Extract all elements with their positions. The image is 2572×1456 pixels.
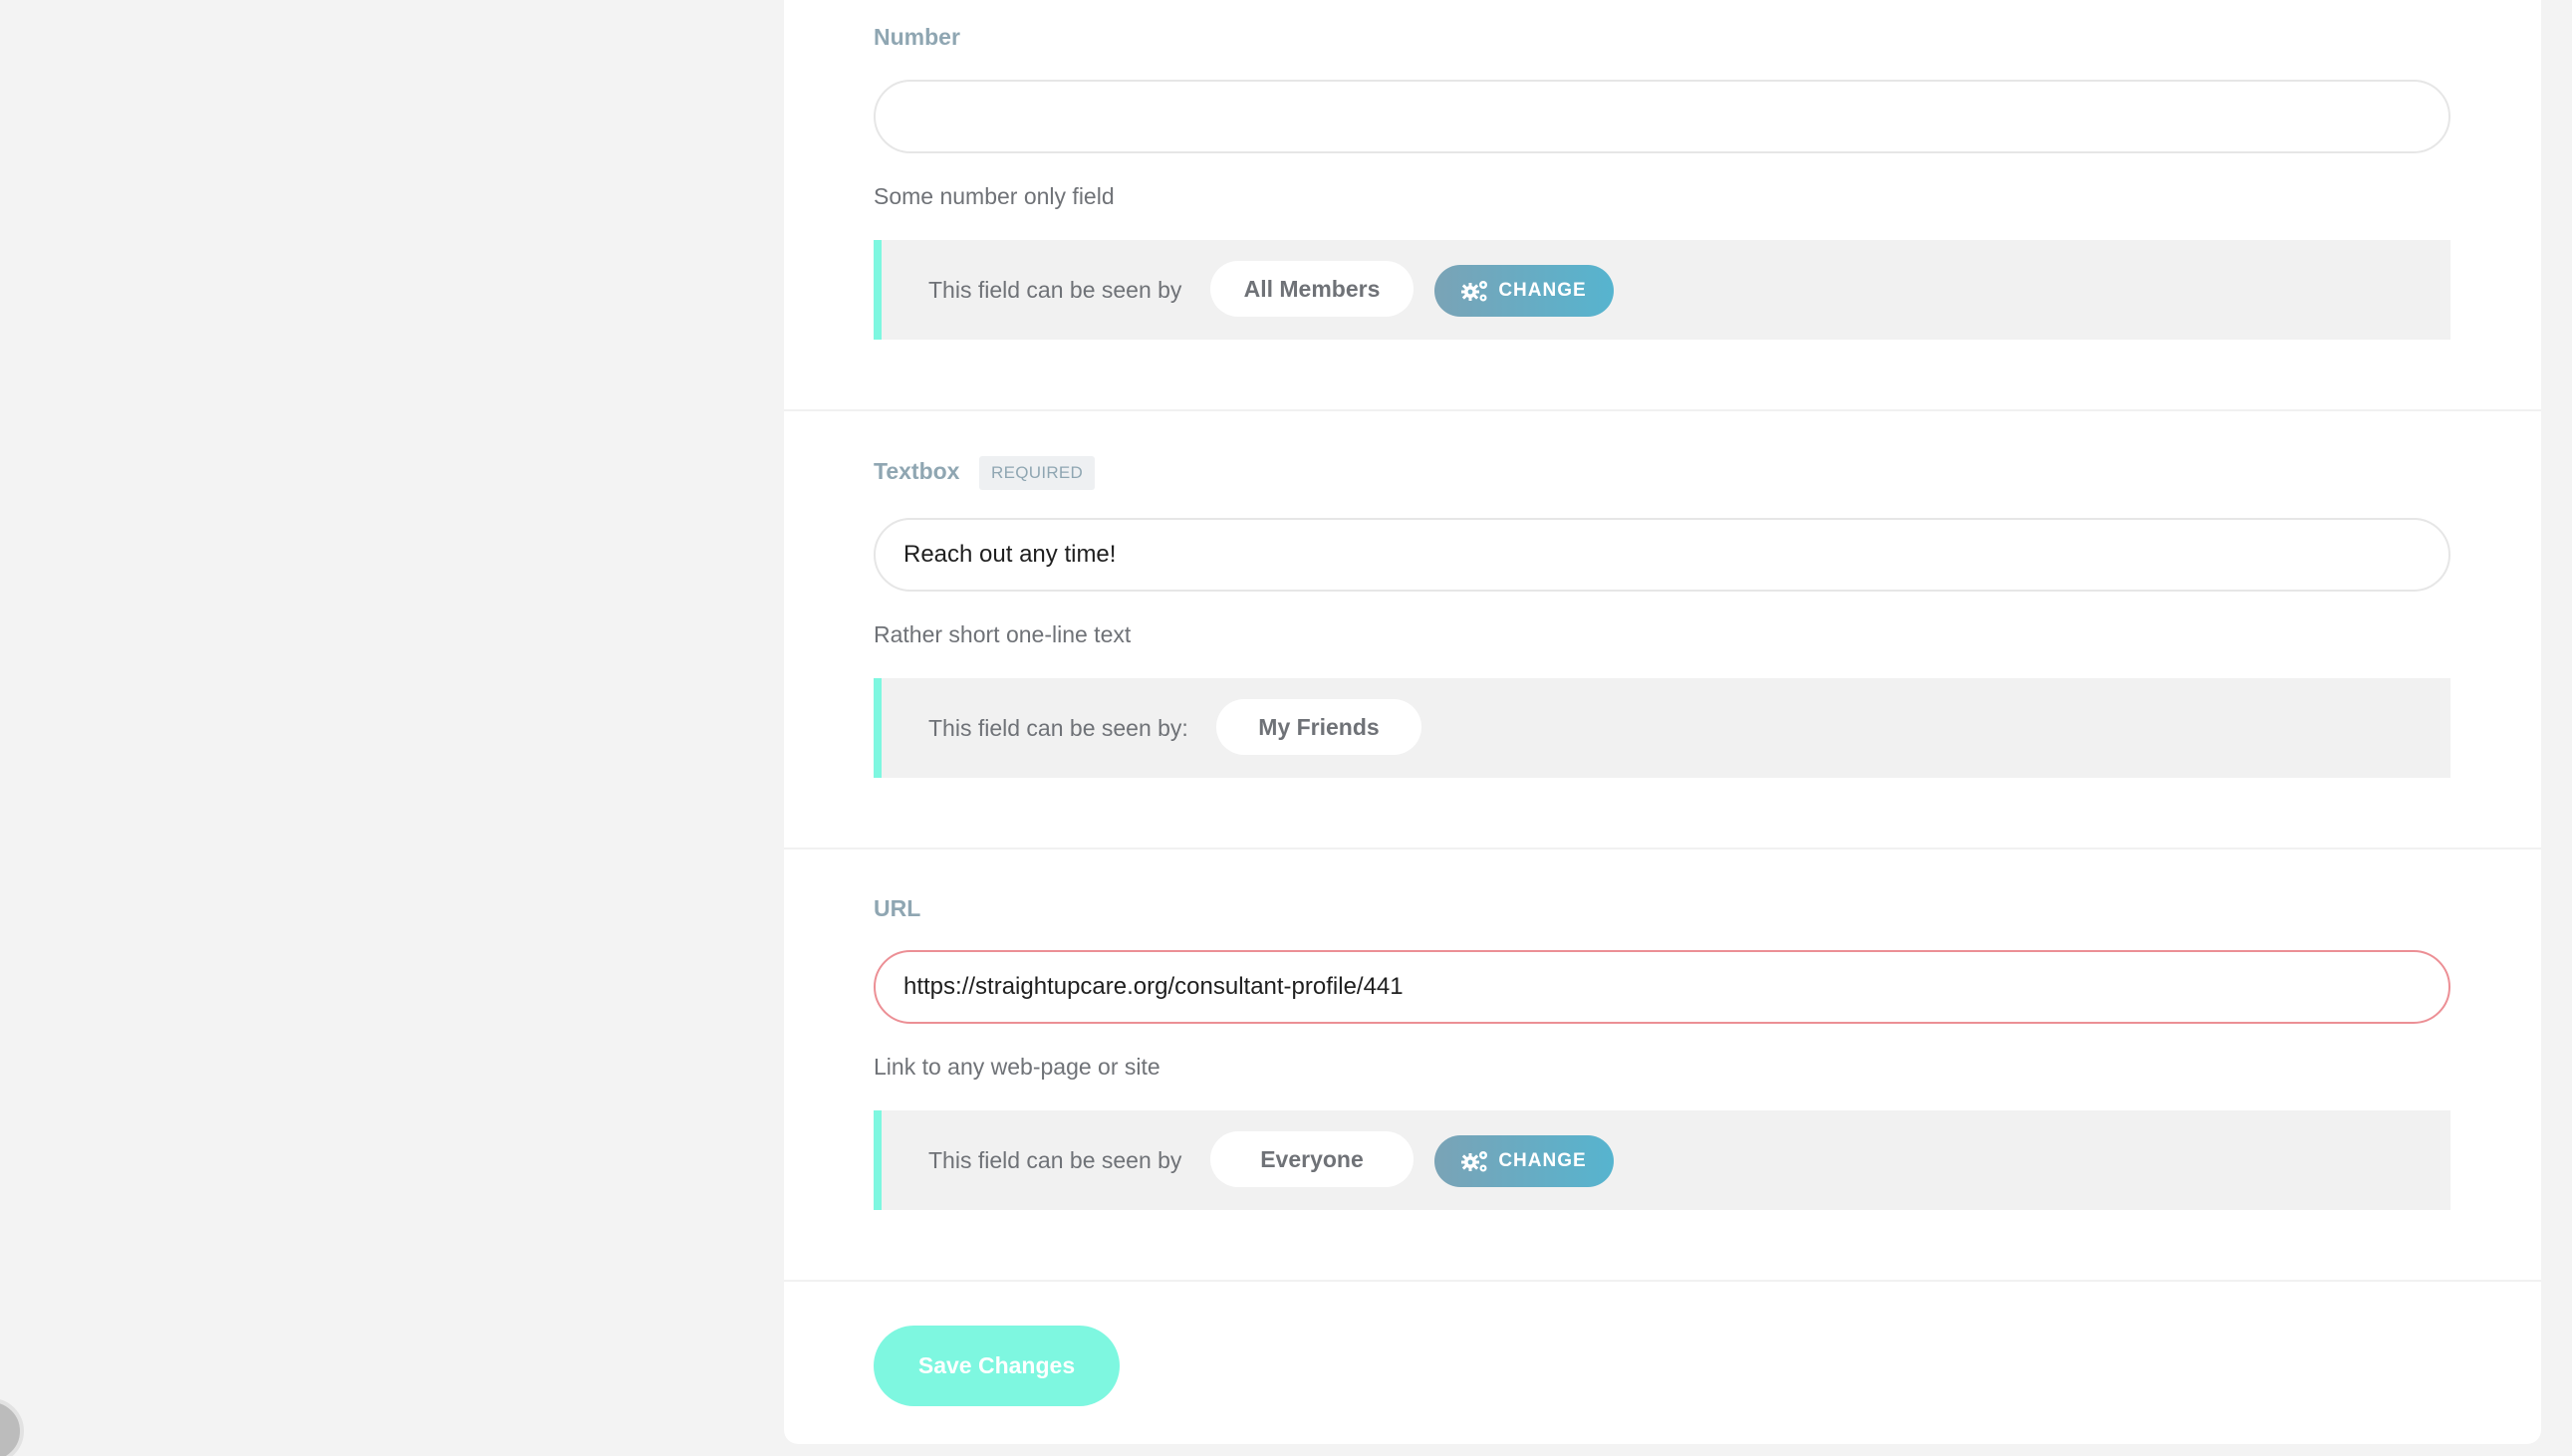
number-field-label: Number [874, 24, 960, 50]
visibility-level-pill: Everyone [1210, 1131, 1414, 1187]
save-changes-button[interactable]: Save Changes [874, 1326, 1120, 1406]
visibility-text: This field can be seen by [928, 277, 1182, 303]
visibility-text: This field can be seen by [928, 1147, 1182, 1173]
visibility-level-pill: My Friends [1216, 699, 1421, 755]
profile-fields-card: Number Some number only field This field… [784, 0, 2541, 1444]
textbox-help-text: Rather short one-line text [874, 621, 1132, 647]
page: Number Some number only field This field… [0, 0, 2572, 1456]
url-input[interactable] [874, 950, 2450, 1024]
section-divider [784, 848, 2541, 849]
change-visibility-button[interactable]: CHANGE [1434, 1135, 1614, 1187]
visibility-level-pill: All Members [1210, 261, 1414, 317]
url-field-label: URL [874, 895, 921, 921]
number-input[interactable] [874, 80, 2450, 153]
number-help-text: Some number only field [874, 183, 1115, 209]
avatar[interactable] [0, 1398, 24, 1456]
textbox-field-label: Textbox [874, 458, 960, 484]
change-label: CHANGE [1498, 1150, 1587, 1171]
url-help-text: Link to any web-page or site [874, 1054, 1160, 1080]
change-visibility-button[interactable]: CHANGE [1434, 265, 1614, 317]
section-divider [784, 1280, 2541, 1282]
change-label: CHANGE [1498, 280, 1587, 301]
textbox-visibility-box: This field can be seen by: My Friends [874, 678, 2450, 778]
textbox-input[interactable] [874, 518, 2450, 592]
url-visibility-box: This field can be seen by Everyone CHANG… [874, 1110, 2450, 1210]
required-badge: REQUIRED [979, 456, 1096, 490]
section-divider [784, 409, 2541, 411]
visibility-text: This field can be seen by: [928, 715, 1188, 741]
number-visibility-box: This field can be seen by All Members CH… [874, 240, 2450, 340]
gears-icon [1461, 281, 1488, 302]
gears-icon [1461, 1151, 1488, 1172]
